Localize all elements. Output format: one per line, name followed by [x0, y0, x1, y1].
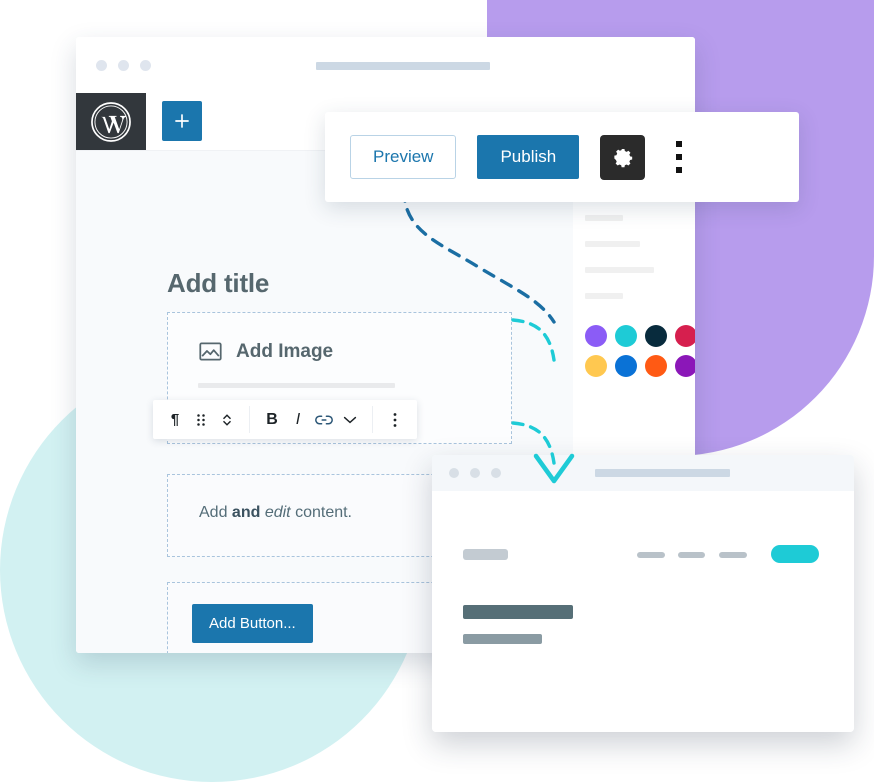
publish-toolbar-popup: Preview Publish [325, 112, 799, 202]
preview-nav-item[interactable] [678, 552, 705, 558]
sidebar-placeholder-line [585, 267, 654, 273]
preview-address-bar[interactable] [595, 469, 730, 477]
more-menu-button[interactable] [666, 141, 692, 173]
paragraph-text-italic: edit [264, 504, 291, 521]
browser-chrome [76, 37, 695, 93]
swatch-navy[interactable] [645, 325, 667, 347]
chevron-down-icon[interactable] [337, 407, 363, 433]
wordpress-logo-icon[interactable] [76, 93, 146, 150]
block-toolbar-group-left: ¶ [153, 400, 249, 439]
block-toolbar-group-format: B I [250, 400, 372, 439]
illustration-stage: Add title Add Image Add and edit content… [0, 0, 874, 782]
image-placeholder-icon [198, 339, 223, 364]
add-image-row: Add Image [198, 339, 333, 364]
kebab-dot [676, 141, 683, 147]
preview-window [432, 455, 854, 732]
address-bar[interactable] [316, 62, 490, 70]
traffic-light-minimize-icon[interactable] [118, 60, 129, 71]
block-toolbar: ¶ B I [153, 400, 417, 439]
drag-handle-icon[interactable] [188, 407, 214, 433]
italic-icon[interactable]: I [285, 407, 311, 433]
preview-page [432, 491, 854, 732]
paragraph-text-bold: and [231, 504, 261, 521]
sidebar-placeholder-line [585, 293, 623, 299]
traffic-light-maximize-icon[interactable] [140, 60, 151, 71]
preview-site-logo [463, 549, 508, 560]
preview-nav-item[interactable] [719, 552, 747, 558]
swatch-orange[interactable] [645, 355, 667, 377]
preview-button[interactable]: Preview [350, 135, 457, 179]
more-options-icon[interactable] [382, 407, 408, 433]
page-title[interactable]: Add title [167, 268, 269, 299]
traffic-light-minimize-icon[interactable] [470, 468, 480, 478]
traffic-light-close-icon[interactable] [449, 468, 459, 478]
swatch-purple[interactable] [585, 325, 607, 347]
kebab-dot [676, 154, 683, 160]
add-image-label: Add Image [236, 340, 334, 362]
preview-cta-button[interactable] [771, 545, 819, 563]
swatch-blue[interactable] [615, 355, 637, 377]
gear-icon [614, 148, 632, 168]
preview-headline-bar [463, 605, 573, 619]
kebab-dot [676, 167, 683, 173]
traffic-light-close-icon[interactable] [96, 60, 107, 71]
color-palette [585, 325, 695, 377]
plus-icon [175, 114, 189, 128]
preview-traffic-lights [449, 468, 501, 478]
add-block-button[interactable] [162, 101, 202, 141]
paragraph-text: Add and edit content. [199, 504, 352, 522]
sidebar-placeholder-line [585, 215, 623, 221]
swatch-violet[interactable] [675, 355, 695, 377]
publish-button[interactable]: Publish [477, 135, 580, 179]
paragraph-icon[interactable]: ¶ [162, 407, 188, 433]
traffic-light-maximize-icon[interactable] [491, 468, 501, 478]
preview-browser-chrome [432, 455, 854, 491]
move-up-down-icon[interactable] [214, 407, 240, 433]
settings-button[interactable] [600, 134, 646, 180]
sidebar-placeholder-line [585, 241, 640, 247]
swatch-amber[interactable] [585, 355, 607, 377]
paragraph-text-suffix: content. [290, 504, 352, 521]
preview-subheadline-bar [463, 634, 542, 644]
paragraph-text-prefix: Add [199, 504, 232, 521]
image-block-placeholder-line [198, 383, 395, 388]
link-icon[interactable] [311, 407, 337, 433]
traffic-lights [96, 60, 151, 71]
add-button-cta[interactable]: Add Button... [192, 604, 313, 643]
swatch-crimson[interactable] [675, 325, 695, 347]
bold-icon[interactable]: B [259, 407, 285, 433]
preview-nav-item[interactable] [637, 552, 665, 558]
swatch-cyan[interactable] [615, 325, 637, 347]
block-toolbar-group-more [373, 400, 417, 439]
